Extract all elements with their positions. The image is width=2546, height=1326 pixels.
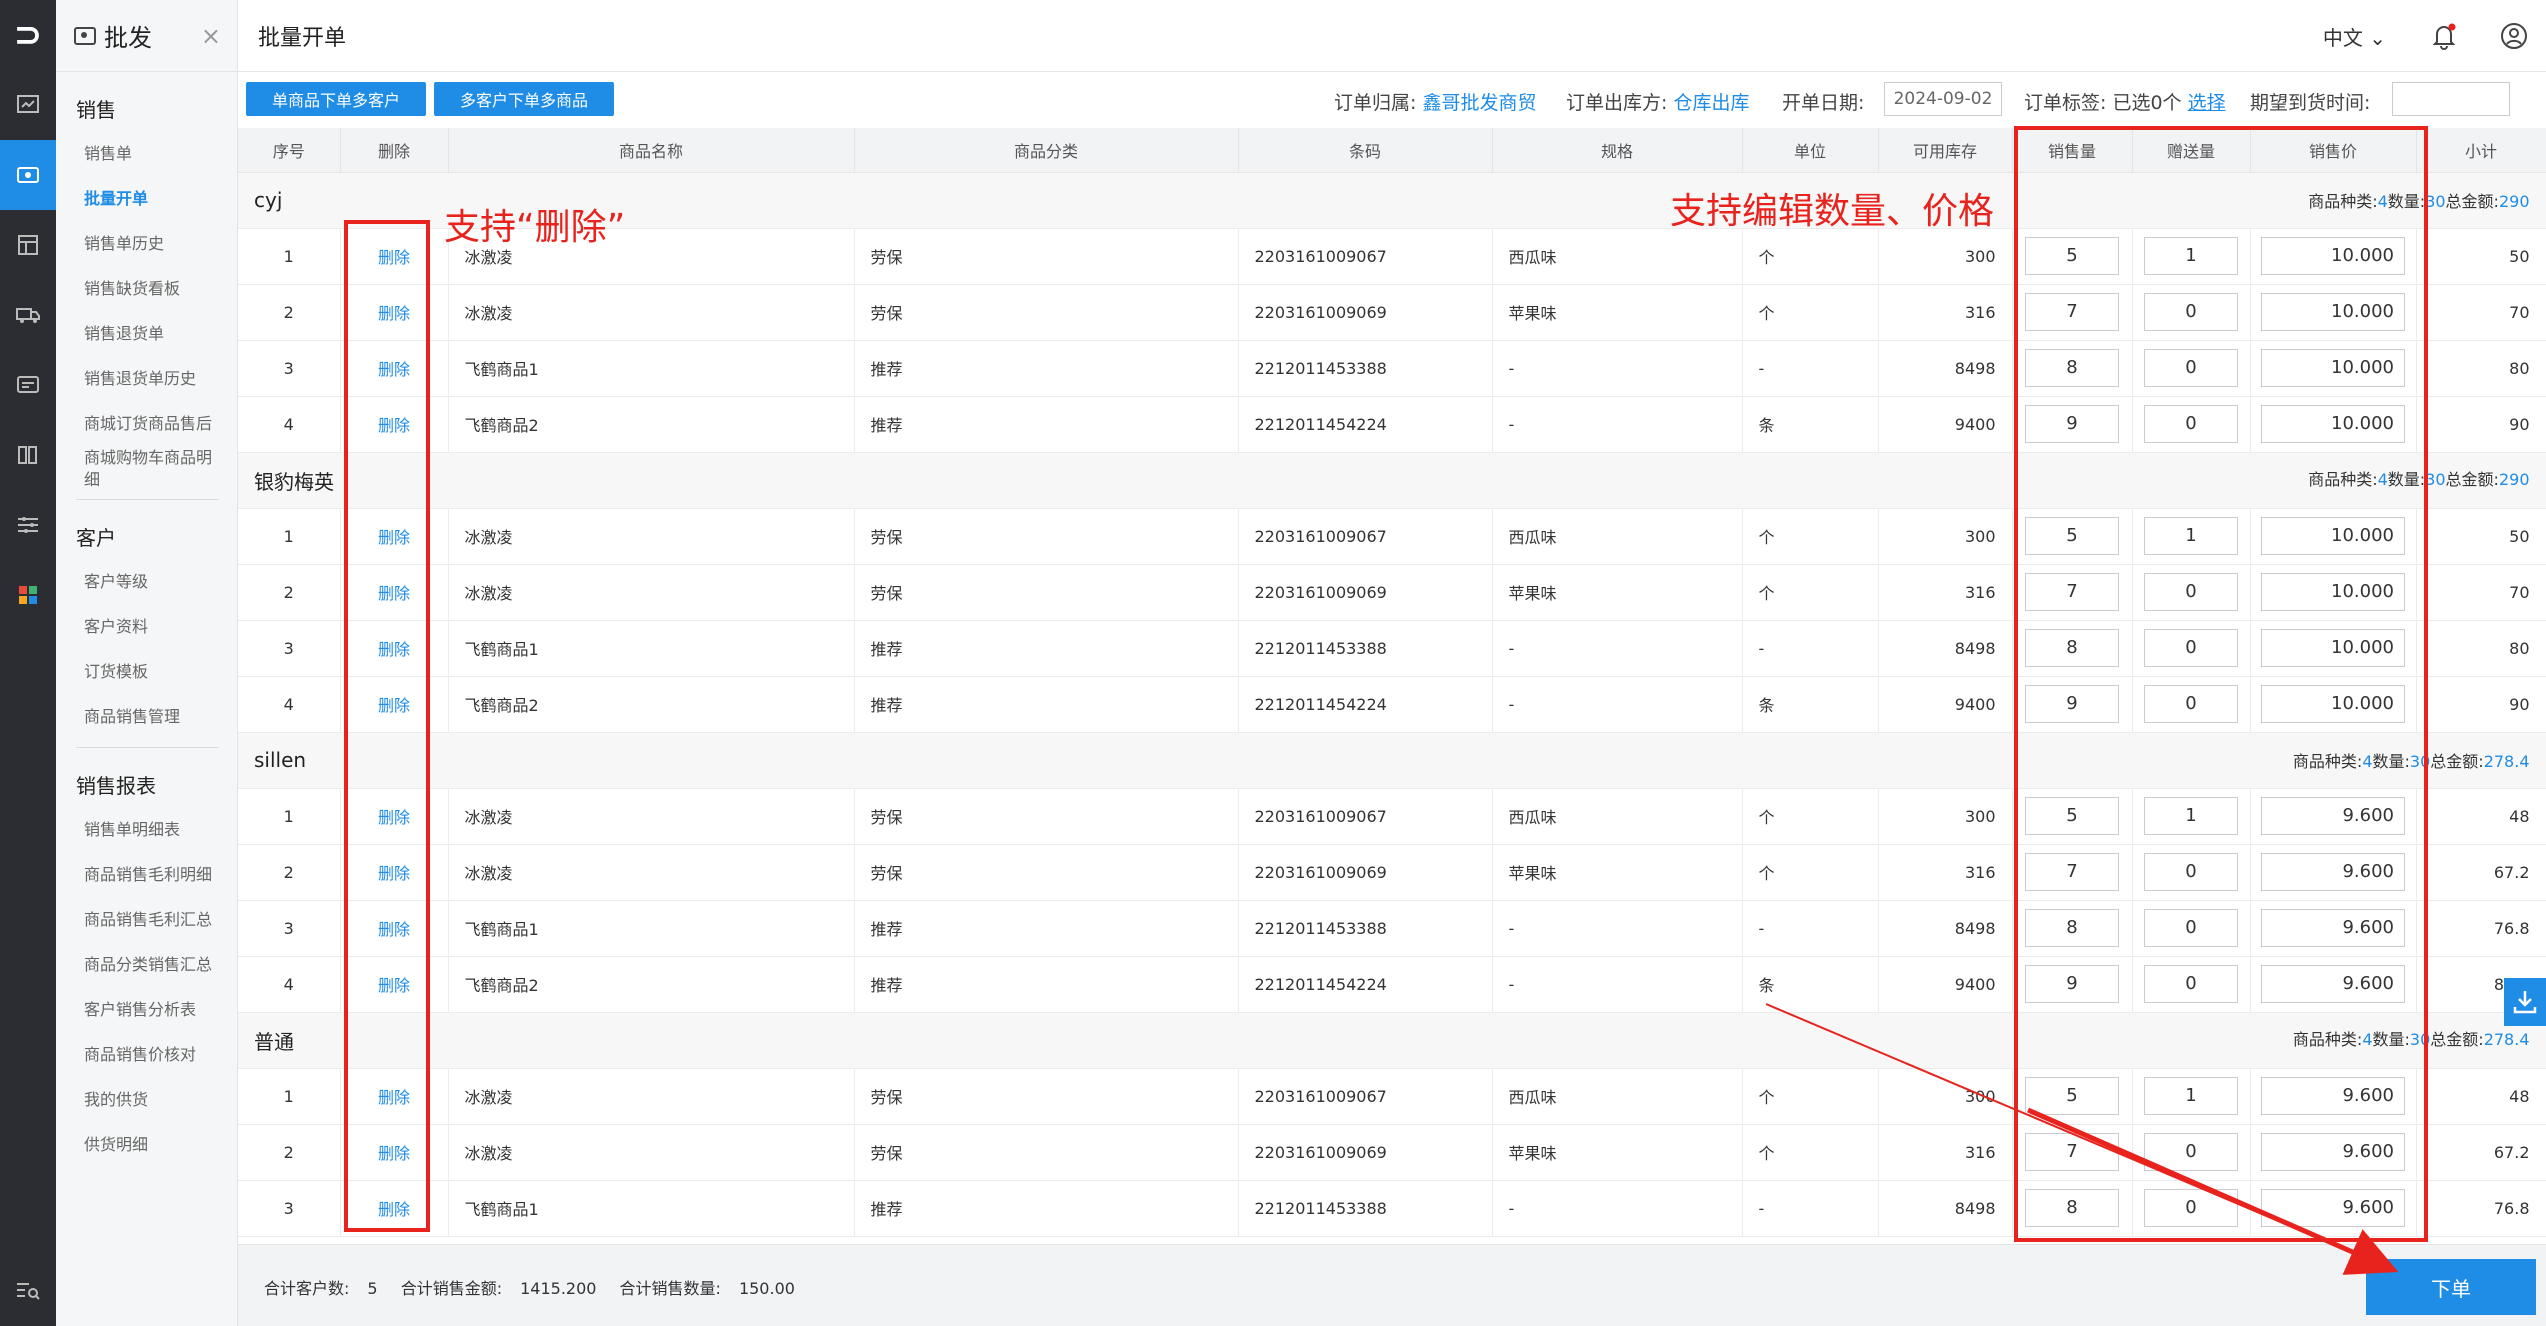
- arrow-to-order: [2026, 1107, 2399, 1275]
- annotation-arrow: [1765, 1003, 2399, 1275]
